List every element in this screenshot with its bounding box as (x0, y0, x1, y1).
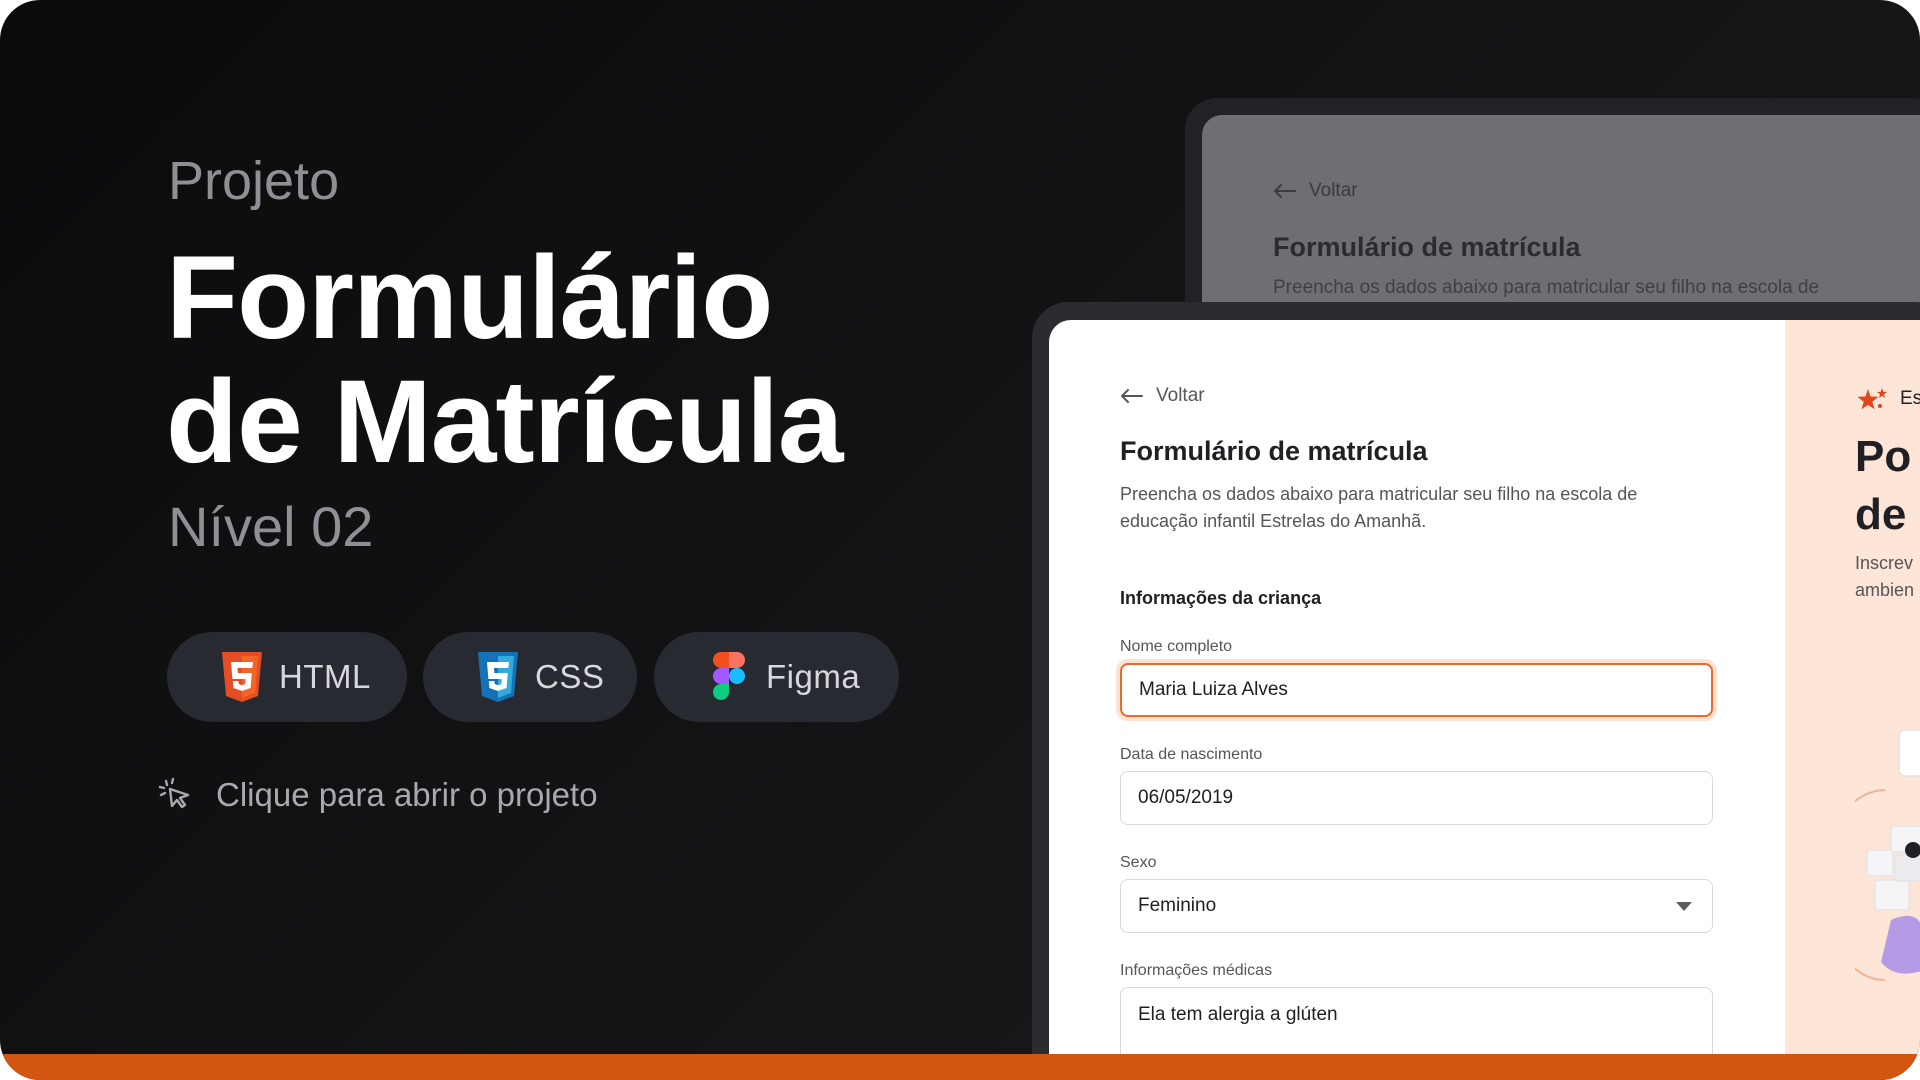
open-project-link[interactable]: Clique para abrir o projeto (158, 776, 598, 814)
project-title-line-1: Formulário (166, 232, 773, 364)
side-logo-text: Es (1900, 388, 1920, 409)
medical-info-value: Ela tem alergia a glúten (1138, 1004, 1338, 1025)
html-pill: HTML (167, 632, 407, 722)
css-pill-label: CSS (535, 658, 605, 695)
arrow-left-icon (1120, 388, 1144, 404)
full-name-value: Maria Luiza Alves (1139, 679, 1288, 700)
birth-date-label: Data de nascimento (1120, 746, 1263, 763)
background-back-label: Voltar (1309, 180, 1358, 201)
side-description-line-1: Inscrev (1855, 553, 1914, 573)
side-description-line-2: ambien (1855, 580, 1915, 600)
full-name-input[interactable]: Maria Luiza Alves (1120, 663, 1713, 717)
side-title-line-1: Po (1855, 432, 1912, 481)
sex-value: Feminino (1138, 895, 1217, 916)
birth-date-input[interactable]: 06/05/2019 (1120, 771, 1713, 825)
chevron-down-icon (1676, 902, 1692, 911)
sex-select[interactable]: Feminino (1120, 879, 1713, 933)
kids-illustration (1820, 729, 1920, 1000)
side-title-line-2: de (1855, 490, 1907, 539)
project-title-line-2: de Matrícula (166, 356, 844, 488)
pointer-click-icon (158, 777, 192, 813)
side-description: Inscrev ambien (1855, 550, 1914, 604)
back-link-label: Voltar (1156, 385, 1205, 406)
full-name-label: Nome completo (1120, 638, 1233, 655)
arrow-left-icon (1273, 183, 1297, 199)
open-project-label: Clique para abrir o projeto (216, 776, 598, 813)
html-pill-label: HTML (279, 658, 371, 695)
back-link[interactable]: Voltar (1120, 385, 1205, 407)
project-card[interactable]: Projeto Formulário de Matrícula Nível 02… (0, 0, 1920, 1080)
accent-bottom-bar (0, 1054, 1920, 1080)
background-back-link: Voltar (1273, 180, 1358, 202)
section-title-child-info: Informações da criança (1120, 588, 1322, 608)
background-form-description: Preencha os dados abaixo para matricular… (1273, 277, 1820, 298)
side-title: Po de (1855, 428, 1911, 544)
medical-info-label: Informações médicas (1120, 962, 1273, 979)
sex-label: Sexo (1120, 854, 1157, 871)
form-title: Formulário de matrícula (1120, 436, 1428, 466)
figma-icon (706, 651, 752, 703)
css3-icon (475, 651, 521, 703)
css-pill: CSS (423, 632, 637, 722)
eyebrow-label: Projeto (168, 151, 340, 211)
background-form-title: Formulário de matrícula (1273, 232, 1581, 262)
html5-icon (219, 651, 265, 703)
project-title: Formulário de Matrícula (166, 232, 844, 488)
figma-pill: Figma (654, 632, 899, 722)
form-description: Preencha os dados abaixo para matricular… (1120, 484, 1638, 531)
birth-date-value: 06/05/2019 (1138, 787, 1234, 808)
level-label: Nível 02 (168, 495, 374, 558)
figma-pill-label: Figma (766, 658, 861, 695)
star-logo-icon (1856, 386, 1890, 416)
